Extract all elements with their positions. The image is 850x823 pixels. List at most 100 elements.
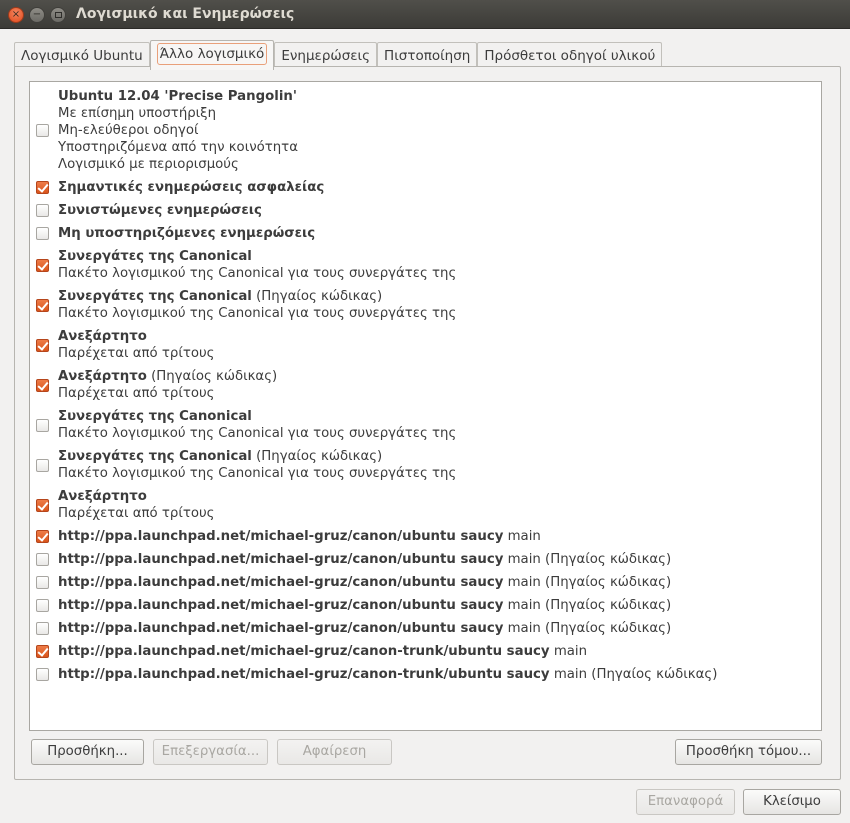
source-checkbox[interactable]: [36, 299, 49, 312]
revert-button[interactable]: Επαναφορά: [636, 789, 735, 815]
source-row[interactable]: http://ppa.launchpad.net/michael-gruz/ca…: [30, 528, 821, 545]
source-checkbox[interactable]: [36, 379, 49, 392]
tab-ubuntu-software[interactable]: Λογισμικό Ubuntu: [14, 42, 150, 69]
tab-label: Ενημερώσεις: [281, 48, 371, 64]
close-button[interactable]: Κλείσιμο: [743, 789, 841, 815]
edit-button[interactable]: Επεξεργασία...: [153, 739, 268, 765]
source-row[interactable]: http://ppa.launchpad.net/michael-gruz/ca…: [30, 666, 821, 683]
source-title-suffix: main (Πηγαίος κώδικας): [503, 575, 672, 590]
source-title: Συνιστώμενες ενημερώσεις: [58, 202, 262, 219]
source-checkbox[interactable]: [36, 599, 49, 612]
source-title: http://ppa.launchpad.net/michael-gruz/ca…: [58, 643, 587, 660]
source-checkbox[interactable]: [36, 553, 49, 566]
source-checkbox[interactable]: [36, 419, 49, 432]
source-text: Μη υποστηριζόμενες ενημερώσεις: [58, 225, 315, 242]
source-checkbox[interactable]: [36, 459, 49, 472]
tab-additional-drivers[interactable]: Πρόσθετοι οδηγοί υλικού: [477, 42, 663, 69]
source-title-suffix: main (Πηγαίος κώδικας): [503, 598, 672, 613]
source-text: Σημαντικές ενημερώσεις ασφαλείας: [58, 179, 324, 196]
source-checkbox[interactable]: [36, 645, 49, 658]
source-title: http://ppa.launchpad.net/michael-gruz/ca…: [58, 666, 717, 683]
source-description: Πακέτο λογισμικού της Canonical για τους…: [58, 306, 457, 321]
source-checkbox[interactable]: [36, 530, 49, 543]
source-checkbox[interactable]: [36, 227, 49, 240]
source-title-bold: Ανεξάρτητο: [58, 489, 147, 504]
add-volume-button[interactable]: Προσθήκη τόμου...: [675, 739, 822, 765]
source-title-suffix: main (Πηγαίος κώδικας): [503, 552, 672, 567]
source-title: http://ppa.launchpad.net/michael-gruz/ca…: [58, 528, 541, 545]
source-row[interactable]: Μη υποστηριζόμενες ενημερώσεις: [30, 225, 821, 242]
source-row[interactable]: http://ppa.launchpad.net/michael-gruz/ca…: [30, 620, 821, 637]
source-row[interactable]: Ανεξάρτητο Παρέχεται από τρίτους: [30, 488, 821, 522]
source-row[interactable]: Συνεργάτες της Canonical (Πηγαίος κώδικα…: [30, 448, 821, 482]
source-title: Ανεξάρτητο: [58, 328, 214, 345]
tab-other-software[interactable]: Άλλο λογισμικό: [149, 40, 275, 70]
sources-list[interactable]: Ubuntu 12.04 'Precise Pangolin' Με επίσημ…: [29, 81, 822, 731]
source-row[interactable]: Σημαντικές ενημερώσεις ασφαλείας: [30, 179, 821, 196]
source-row[interactable]: http://ppa.launchpad.net/michael-gruz/ca…: [30, 643, 821, 660]
source-row[interactable]: Συνιστώμενες ενημερώσεις: [30, 202, 821, 219]
source-row[interactable]: http://ppa.launchpad.net/michael-gruz/ca…: [30, 574, 821, 591]
close-window-icon[interactable]: ×: [8, 7, 24, 23]
minimize-window-icon[interactable]: −: [29, 7, 45, 23]
window-titlebar[interactable]: × − Λογισμικό και Ενημερώσεις: [0, 0, 850, 29]
source-text: http://ppa.launchpad.net/michael-gruz/ca…: [58, 551, 671, 568]
source-title: http://ppa.launchpad.net/michael-gruz/ca…: [58, 574, 671, 591]
source-row[interactable]: Ubuntu 12.04 'Precise Pangolin' Με επίσημ…: [30, 88, 821, 173]
source-text: http://ppa.launchpad.net/michael-gruz/ca…: [58, 643, 587, 660]
source-row[interactable]: Συνεργάτες της Canonical (Πηγαίος κώδικα…: [30, 288, 821, 322]
tab-label: Άλλο λογισμικό: [156, 43, 268, 65]
source-row[interactable]: http://ppa.launchpad.net/michael-gruz/ca…: [30, 551, 821, 568]
maximize-window-icon[interactable]: [50, 7, 66, 23]
source-description: Παρέχεται από τρίτους: [58, 386, 215, 401]
source-title-bold: Συνιστώμενες ενημερώσεις: [58, 203, 262, 218]
source-text: http://ppa.launchpad.net/michael-gruz/ca…: [58, 620, 671, 637]
source-checkbox[interactable]: [36, 622, 49, 635]
tab-authentication[interactable]: Πιστοποίηση: [377, 42, 478, 69]
source-title: http://ppa.launchpad.net/michael-gruz/ca…: [58, 620, 671, 637]
source-checkbox[interactable]: [36, 668, 49, 681]
source-row[interactable]: Συνεργάτες της Canonical Πακέτο λογισμικο…: [30, 408, 821, 442]
tab-updates[interactable]: Ενημερώσεις: [274, 42, 378, 69]
source-title-bold: http://ppa.launchpad.net/michael-gruz/ca…: [58, 529, 504, 544]
source-text: Συνεργάτες της Canonical (Πηγαίος κώδικα…: [58, 288, 456, 322]
tab-panel: Ubuntu 12.04 'Precise Pangolin' Με επίσημ…: [14, 66, 841, 780]
source-title-suffix: main: [503, 529, 541, 544]
source-description: Με επίσημη υποστήριξη: [58, 106, 217, 121]
source-title: http://ppa.launchpad.net/michael-gruz/ca…: [58, 597, 671, 614]
source-text: http://ppa.launchpad.net/michael-gruz/ca…: [58, 597, 671, 614]
source-title-bold: Ubuntu 12.04 'Precise Pangolin': [58, 89, 297, 104]
source-title-suffix: main (Πηγαίος κώδικας): [549, 667, 718, 682]
tab-label: Λογισμικό Ubuntu: [21, 48, 143, 64]
add-button[interactable]: Προσθήκη...: [31, 739, 144, 765]
source-checkbox[interactable]: [36, 576, 49, 589]
source-row[interactable]: http://ppa.launchpad.net/michael-gruz/ca…: [30, 597, 821, 614]
source-checkbox[interactable]: [36, 339, 49, 352]
source-checkbox[interactable]: [36, 204, 49, 217]
source-description: Πακέτο λογισμικού της Canonical για τους…: [58, 426, 457, 441]
source-text: Ubuntu 12.04 'Precise Pangolin' Με επίσημ…: [58, 88, 298, 173]
source-title: Ubuntu 12.04 'Precise Pangolin': [58, 88, 298, 105]
source-checkbox[interactable]: [36, 499, 49, 512]
source-checkbox[interactable]: [36, 124, 49, 137]
window-title: Λογισμικό και Ενημερώσεις: [76, 6, 295, 22]
source-title-bold: http://ppa.launchpad.net/michael-gruz/ca…: [58, 575, 504, 590]
source-text: http://ppa.launchpad.net/michael-gruz/ca…: [58, 528, 541, 545]
source-text: Συνεργάτες της Canonical (Πηγαίος κώδικα…: [58, 448, 456, 482]
source-checkbox[interactable]: [36, 259, 49, 272]
tab-bar: Λογισμικό Ubuntu Άλλο λογισμικό Ενημερώσ…: [14, 40, 663, 70]
source-row[interactable]: Ανεξάρτητο (Πηγαίος κώδικας) Παρέχεται απ…: [30, 368, 821, 402]
source-title-bold: Ανεξάρτητο: [58, 369, 147, 384]
source-description: Λογισμικό με περιορισμούς: [58, 157, 239, 172]
source-row[interactable]: Συνεργάτες της Canonical Πακέτο λογισμικο…: [30, 248, 821, 282]
source-row[interactable]: Ανεξάρτητο Παρέχεται από τρίτους: [30, 328, 821, 362]
source-checkbox[interactable]: [36, 181, 49, 194]
source-title-bold: Συνεργάτες της Canonical: [58, 449, 252, 464]
source-title: http://ppa.launchpad.net/michael-gruz/ca…: [58, 551, 671, 568]
source-title-bold: Σημαντικές ενημερώσεις ασφαλείας: [58, 180, 325, 195]
remove-button[interactable]: Αφαίρεση: [277, 739, 392, 765]
source-title-bold: Ανεξάρτητο: [58, 329, 147, 344]
source-description: Υποστηριζόμενα από την κοινότητα: [58, 140, 298, 155]
source-description: Παρέχεται από τρίτους: [58, 506, 215, 521]
tab-label: Πρόσθετοι οδηγοί υλικού: [484, 48, 656, 64]
